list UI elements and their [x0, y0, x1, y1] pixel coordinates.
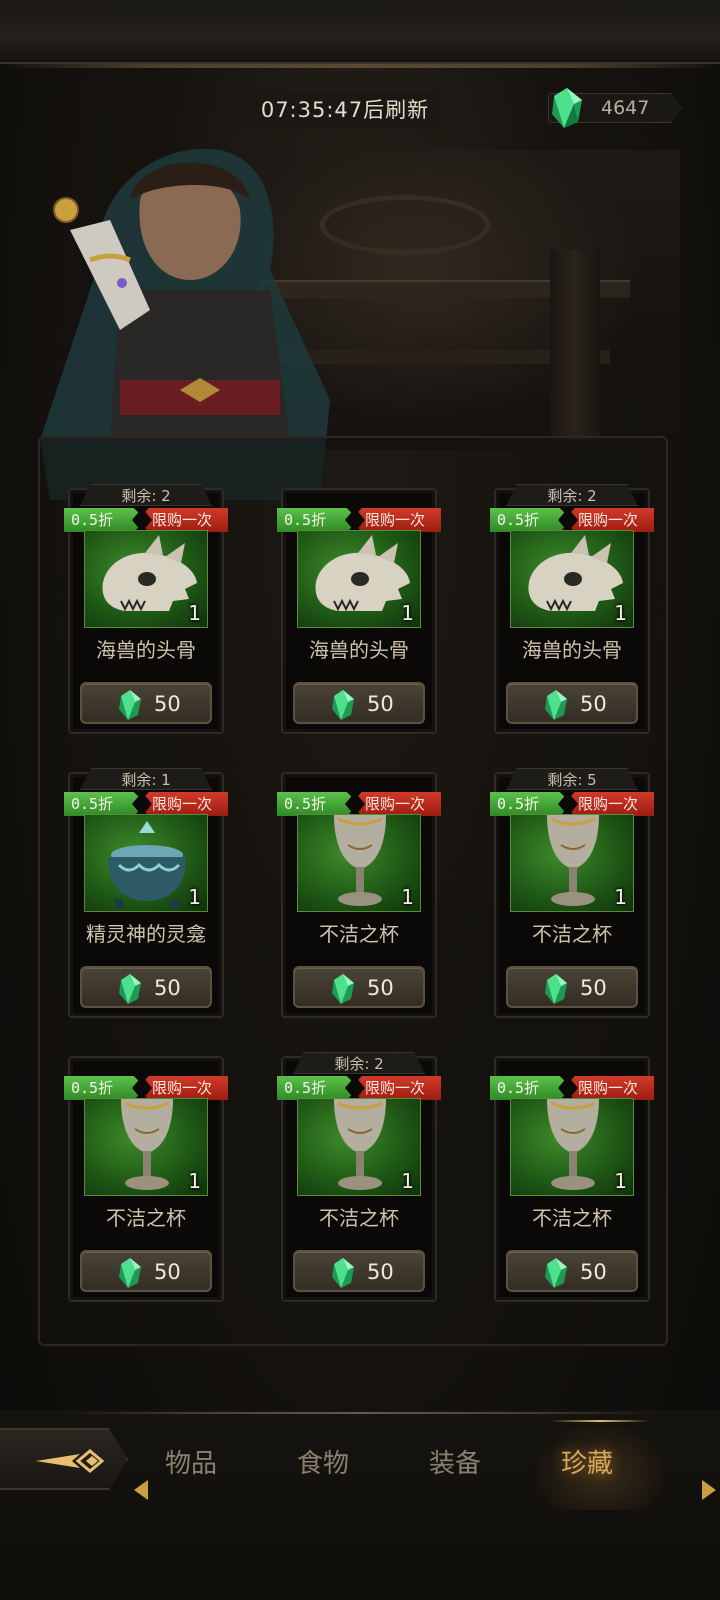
card-tags: 0.5折 限购一次: [277, 1076, 441, 1100]
tab-collection[interactable]: 珍藏: [542, 1440, 632, 1488]
buy-button[interactable]: 50: [506, 682, 638, 724]
card-tags: 0.5折 限购一次: [277, 508, 441, 532]
shop-card[interactable]: 0.5折 限购一次 1 不洁之杯 50: [490, 1052, 654, 1304]
card-tags: 0.5折 限购一次: [64, 508, 228, 532]
item-name: 不洁之杯: [532, 922, 612, 946]
item-name: 海兽的头骨: [309, 638, 409, 662]
pillar: [550, 250, 600, 440]
item-price: 50: [367, 692, 394, 716]
item-quantity: 1: [188, 885, 201, 909]
item-price: 50: [580, 976, 607, 1000]
shop-card[interactable]: 剩余: 2 0.5折 限购一次 1 海兽的头骨 50: [64, 484, 228, 736]
card-tags: 0.5折 限购一次: [490, 1076, 654, 1100]
item-price: 50: [580, 1260, 607, 1284]
green-crystal-icon: [552, 88, 582, 128]
item-slot[interactable]: 1: [297, 530, 421, 628]
shop-card[interactable]: 0.5折 限购一次 1 海兽的头骨 50: [277, 484, 441, 736]
item-name: 精灵神的灵龛: [86, 922, 206, 946]
item-price: 50: [580, 692, 607, 716]
green-crystal-icon: [329, 973, 357, 1005]
item-quantity: 1: [401, 1169, 414, 1193]
item-slot[interactable]: 1: [84, 814, 208, 912]
item-quantity: 1: [614, 601, 627, 625]
remaining-count: 剩余: 5: [506, 768, 638, 790]
item-slot[interactable]: 1: [84, 530, 208, 628]
green-crystal-icon: [542, 1257, 570, 1289]
buy-button[interactable]: 50: [293, 682, 425, 724]
item-price: 50: [154, 1260, 181, 1284]
shop-card[interactable]: 剩余: 2 0.5折 限购一次 1 不洁之杯 50: [277, 1052, 441, 1304]
top-ornament-band: [0, 0, 720, 68]
card-tags: 0.5折 限购一次: [277, 792, 441, 816]
remaining-count: 剩余: 2: [80, 484, 212, 506]
card-tags: 0.5折 限购一次: [490, 508, 654, 532]
green-crystal-icon: [542, 689, 570, 721]
item-name: 不洁之杯: [319, 1206, 399, 1230]
item-name: 不洁之杯: [106, 1206, 186, 1230]
item-quantity: 1: [614, 885, 627, 909]
item-slot[interactable]: 1: [297, 1098, 421, 1196]
item-quantity: 1: [188, 1169, 201, 1193]
shop-card[interactable]: 剩余: 1 0.5折 限购一次 1 精灵神的灵龛 50: [64, 768, 228, 1020]
shop-card[interactable]: 剩余: 2 0.5折 限购一次 1 海兽的头骨 50: [490, 484, 654, 736]
nav-divider: [60, 1412, 660, 1414]
currency-amount: 4647: [601, 97, 650, 119]
item-price: 50: [367, 976, 394, 1000]
tab-equipment[interactable]: 装备: [410, 1440, 500, 1488]
item-price: 50: [154, 692, 181, 716]
green-crystal-icon: [542, 973, 570, 1005]
item-quantity: 1: [401, 601, 414, 625]
item-slot[interactable]: 1: [84, 1098, 208, 1196]
item-name: 海兽的头骨: [96, 638, 196, 662]
item-slot[interactable]: 1: [510, 1098, 634, 1196]
item-price: 50: [154, 976, 181, 1000]
item-name: 海兽的头骨: [522, 638, 622, 662]
item-quantity: 1: [401, 885, 414, 909]
green-crystal-icon: [329, 1257, 357, 1289]
remaining-count: 剩余: 2: [293, 1052, 425, 1074]
shop-screen: 07:35:47后刷新 4647 剩余: 2 0.5折 限购一次 1 海兽的头骨 50 0.…: [0, 0, 720, 1600]
item-slot[interactable]: 1: [297, 814, 421, 912]
shop-card[interactable]: 0.5折 限购一次 1 不洁之杯 50: [64, 1052, 228, 1304]
item-quantity: 1: [614, 1169, 627, 1193]
buy-button[interactable]: 50: [293, 1250, 425, 1292]
buy-button[interactable]: 50: [506, 966, 638, 1008]
item-slot[interactable]: 1: [510, 814, 634, 912]
card-tags: 0.5折 限购一次: [64, 792, 228, 816]
card-tags: 0.5折 限购一次: [490, 792, 654, 816]
green-crystal-icon: [116, 1257, 144, 1289]
item-slot[interactable]: 1: [510, 530, 634, 628]
refresh-timer: 07:35:47后刷新: [230, 92, 460, 128]
buy-button[interactable]: 50: [293, 966, 425, 1008]
tab-food[interactable]: 食物: [278, 1440, 368, 1488]
card-tags: 0.5折 限购一次: [64, 1076, 228, 1100]
tab-items[interactable]: 物品: [146, 1440, 236, 1488]
green-crystal-icon: [329, 689, 357, 721]
shop-card[interactable]: 剩余: 5 0.5折 限购一次 1 不洁之杯 50: [490, 768, 654, 1020]
buy-button[interactable]: 50: [506, 1250, 638, 1292]
item-name: 不洁之杯: [532, 1206, 612, 1230]
buy-button[interactable]: 50: [80, 966, 212, 1008]
shop-card[interactable]: 0.5折 限购一次 1 不洁之杯 50: [277, 768, 441, 1020]
green-crystal-icon: [116, 973, 144, 1005]
item-name: 不洁之杯: [319, 922, 399, 946]
item-price: 50: [367, 1260, 394, 1284]
buy-button[interactable]: 50: [80, 682, 212, 724]
remaining-count: 剩余: 1: [80, 768, 212, 790]
back-button[interactable]: [0, 1428, 128, 1490]
back-arrow-icon: [36, 1449, 105, 1473]
remaining-count: 剩余: 2: [506, 484, 638, 506]
item-quantity: 1: [188, 601, 201, 625]
buy-button[interactable]: 50: [80, 1250, 212, 1292]
green-crystal-icon: [116, 689, 144, 721]
